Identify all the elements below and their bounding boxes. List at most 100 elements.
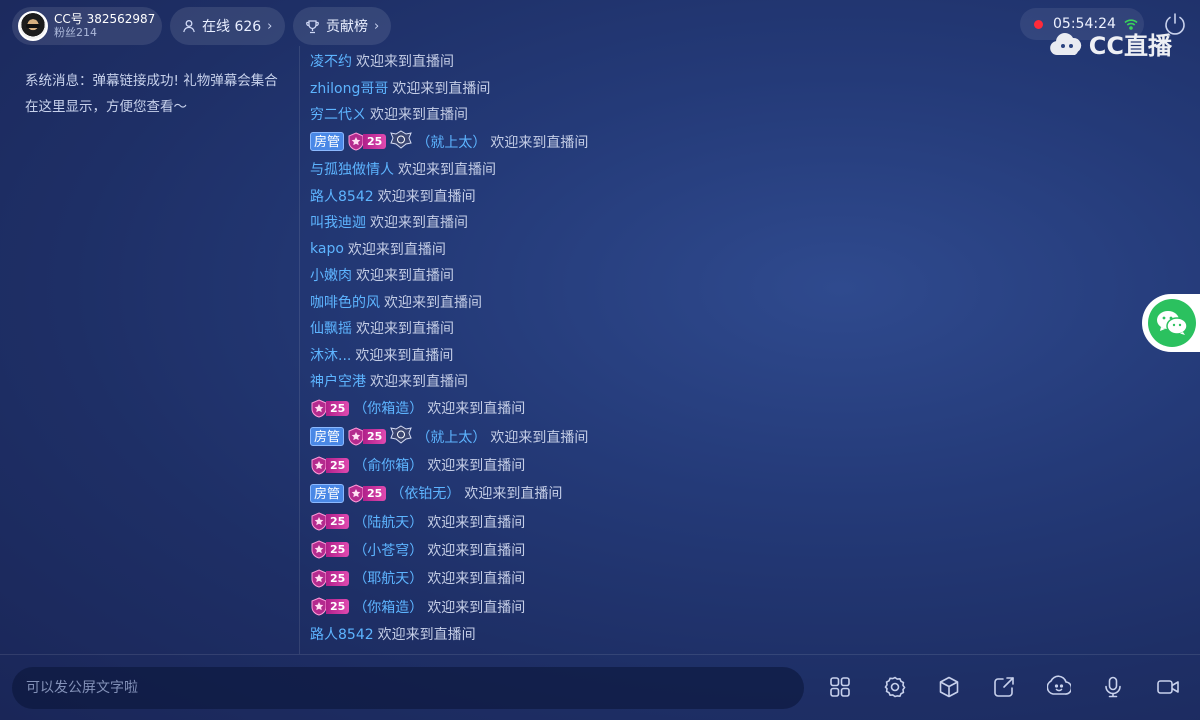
avatar[interactable] — [18, 11, 48, 41]
level-badge: 25 — [310, 597, 350, 616]
welcome-text: 欢迎来到直播间 — [427, 599, 526, 616]
chat-message[interactable]: 与孤独做情人 欢迎来到直播间 — [310, 156, 830, 183]
chat-username[interactable]: kapo — [310, 241, 344, 257]
fans-count: 粉丝214 — [54, 26, 97, 39]
chat-list[interactable]: 凌不约 欢迎来到直播间 zhilong哥哥 欢迎来到直播间 穷二代ㄨ 欢迎来到直播间 房管 2… — [310, 48, 830, 647]
welcome-text: 欢迎来到直播间 — [427, 571, 526, 588]
chat-username[interactable]: 仙飘摇 — [310, 318, 352, 338]
chat-message[interactable]: 小嫩肉 欢迎来到直播间 — [310, 262, 830, 289]
logo-text: CC直播 — [1088, 32, 1172, 60]
welcome-text: 欢迎来到直播间 — [370, 215, 468, 232]
welcome-text: 欢迎来到直播间 — [355, 347, 454, 364]
level-number: 25 — [326, 599, 350, 615]
online-count-button[interactable]: 在线 626 › — [170, 7, 285, 45]
welcome-text: 欢迎来到直播间 — [370, 107, 468, 124]
system-message: 系统消息：弹幕链接成功! 礼物弹幕会集合在这里显示，方便您查看～ — [25, 73, 278, 115]
chat-message[interactable]: 房管 25 （就上太） 欢迎来到直播间 — [310, 128, 830, 156]
contribution-rank-button[interactable]: 贡献榜 › — [293, 7, 391, 45]
chat-message[interactable]: zhilong哥哥 欢迎来到直播间 — [310, 75, 830, 102]
chat-username[interactable]: （就上太） — [416, 132, 486, 152]
chat-message[interactable]: 穷二代ㄨ 欢迎来到直播间 — [310, 101, 830, 128]
chat-username[interactable]: （依铂无） — [390, 483, 460, 503]
chat-message[interactable]: 25 （俞你箱） 欢迎来到直播间 — [310, 451, 830, 479]
chat-username[interactable]: 小嫩肉 — [310, 265, 352, 285]
cc-cloud-icon — [1049, 32, 1081, 55]
level-badge: 25 — [310, 569, 350, 588]
room-admin-badge: 房管 — [310, 132, 345, 152]
chat-message[interactable]: 路人8542 欢迎来到直播间 — [310, 182, 830, 209]
chat-username[interactable]: 叫我迪迦 — [310, 212, 366, 232]
chat-message[interactable]: 房管 25 （依铂无） 欢迎来到直播间 — [310, 479, 830, 507]
microphone-icon[interactable] — [1101, 675, 1125, 699]
bottom-bar — [0, 654, 1200, 720]
level-number: 25 — [326, 457, 350, 473]
chat-message[interactable]: 仙飘摇 欢迎来到直播间 — [310, 315, 830, 342]
contribution-rank-label: 贡献榜 — [326, 19, 368, 35]
level-badge: 25 — [310, 540, 350, 559]
chat-message[interactable]: 神户空港 欢迎来到直播间 — [310, 368, 830, 395]
chat-username[interactable]: 与孤独做情人 — [310, 159, 394, 179]
chat-message[interactable]: 25 （耶航天） 欢迎来到直播间 — [310, 564, 830, 592]
chat-username[interactable]: 咖啡色的风 — [310, 292, 380, 312]
room-admin-badge: 房管 — [310, 483, 345, 503]
welcome-text: 欢迎来到直播间 — [490, 134, 589, 151]
welcome-text: 欢迎来到直播间 — [347, 241, 446, 258]
chat-username[interactable]: 路人8542 — [310, 624, 374, 644]
welcome-text: 欢迎来到直播间 — [490, 429, 589, 446]
level-number: 25 — [326, 542, 350, 558]
chat-username[interactable]: （陆航天） — [353, 512, 423, 532]
chat-input[interactable] — [12, 667, 804, 709]
level-number: 25 — [363, 134, 387, 150]
chat-message[interactable]: 叫我迪迦 欢迎来到直播间 — [310, 209, 830, 236]
welcome-text: 欢迎来到直播间 — [392, 80, 491, 97]
chat-message[interactable]: 路人8542 欢迎来到直播间 — [310, 621, 830, 648]
chat-message[interactable]: 25 （小苍穹） 欢迎来到直播间 — [310, 536, 830, 564]
chat-username[interactable]: zhilong哥哥 — [310, 78, 388, 98]
share-icon[interactable] — [992, 675, 1016, 699]
chat-message[interactable]: 凌不约 欢迎来到直播间 — [310, 48, 830, 75]
welcome-text: 欢迎来到直播间 — [464, 486, 563, 503]
cube-icon[interactable] — [937, 675, 961, 699]
chat-username[interactable]: （你箱造） — [353, 597, 423, 617]
chat-message[interactable]: 沐沐... 欢迎来到直播间 — [310, 341, 830, 368]
level-badge: 25 — [310, 455, 350, 475]
level-number: 25 — [326, 570, 350, 586]
profile-pill[interactable]: CC号 382562987 粉丝214 — [12, 7, 162, 45]
chat-message[interactable]: 25 （你箱造） 欢迎来到直播间 — [310, 394, 830, 422]
chat-username[interactable]: （你箱造） — [353, 398, 423, 418]
chat-message[interactable]: kapo 欢迎来到直播间 — [310, 235, 830, 262]
chat-username[interactable]: （耶航天） — [353, 568, 423, 588]
chat-message[interactable]: 25 （陆航天） 欢迎来到直播间 — [310, 507, 830, 535]
chat-message[interactable]: 25 （你箱造） 欢迎来到直播间 — [310, 592, 830, 620]
chat-message[interactable]: 房管 25 （就上太） 欢迎来到直播间 — [310, 423, 830, 451]
chat-username[interactable]: 凌不约 — [310, 51, 352, 71]
chat-username[interactable]: （俞你箱） — [353, 455, 423, 475]
chat-username[interactable]: 穷二代ㄨ — [310, 104, 366, 124]
room-admin-badge: 房管 — [310, 427, 345, 447]
chat-username[interactable]: 沐沐... — [310, 345, 351, 365]
chat-username[interactable]: （小苍穹） — [353, 540, 423, 560]
vip-crest-icon — [390, 130, 416, 153]
chat-message[interactable]: 咖啡色的风 欢迎来到直播间 — [310, 288, 830, 315]
apps-grid-icon[interactable] — [828, 675, 852, 699]
welcome-text: 欢迎来到直播间 — [398, 162, 496, 179]
trophy-icon — [306, 19, 319, 33]
welcome-text: 欢迎来到直播间 — [427, 514, 526, 531]
level-number: 25 — [326, 514, 350, 530]
level-badge: 25 — [310, 399, 350, 418]
camera-icon[interactable] — [1156, 675, 1180, 699]
system-message-panel: 系统消息：弹幕链接成功! 礼物弹幕会集合在这里显示，方便您查看～ — [0, 46, 300, 654]
welcome-text: 欢迎来到直播间 — [356, 321, 454, 338]
level-badge: 25 — [347, 484, 387, 503]
level-number: 25 — [363, 485, 387, 501]
wechat-share-button[interactable] — [1142, 294, 1200, 352]
level-number: 25 — [363, 429, 387, 445]
chat-username[interactable]: 路人8542 — [310, 186, 374, 206]
toolbar — [828, 675, 1180, 699]
settings-icon[interactable] — [883, 675, 907, 699]
welcome-text: 欢迎来到直播间 — [427, 458, 526, 475]
emoji-icon[interactable] — [1046, 675, 1073, 699]
chat-username[interactable]: 神户空港 — [310, 371, 366, 391]
chat-username[interactable]: （就上太） — [416, 427, 486, 447]
recording-dot-icon — [1034, 19, 1043, 29]
